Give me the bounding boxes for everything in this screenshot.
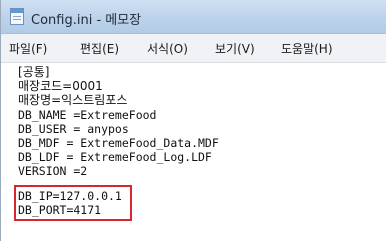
text-line: DB_MDF = ExtremeFood_Data.MDF xyxy=(18,136,219,150)
menu-format[interactable]: 서식(O) xyxy=(147,40,188,57)
menu-help[interactable]: 도움말(H) xyxy=(281,40,333,57)
notepad-icon xyxy=(10,8,24,25)
window-title: Config.ini - 메모장 xyxy=(31,13,142,28)
notepad-window: Config.ini - 메모장 파일(F) 편집(E) 서식(O) 보기(V)… xyxy=(0,0,386,241)
text-line: DB_LDF = ExtremeFood_Log.LDF xyxy=(18,150,212,164)
menu-file[interactable]: 파일(F) xyxy=(9,40,47,57)
menu-view[interactable]: 보기(V) xyxy=(215,40,255,57)
title-bar[interactable]: Config.ini - 메모장 xyxy=(1,0,386,34)
text-line: [공통] xyxy=(18,65,50,79)
highlight-box xyxy=(14,185,132,221)
menu-edit[interactable]: 편집(E) xyxy=(80,40,119,57)
text-line: VERSION =2 xyxy=(18,164,88,178)
text-line: 매장코드=0001 xyxy=(18,79,103,93)
text-line: DB_NAME =ExtremeFood xyxy=(18,108,157,122)
menu-bar: 파일(F) 편집(E) 서식(O) 보기(V) 도움말(H) xyxy=(1,34,386,63)
text-line: DB_USER = anypos xyxy=(18,122,129,136)
text-line: 매장명=익스트림포스 xyxy=(18,93,128,107)
